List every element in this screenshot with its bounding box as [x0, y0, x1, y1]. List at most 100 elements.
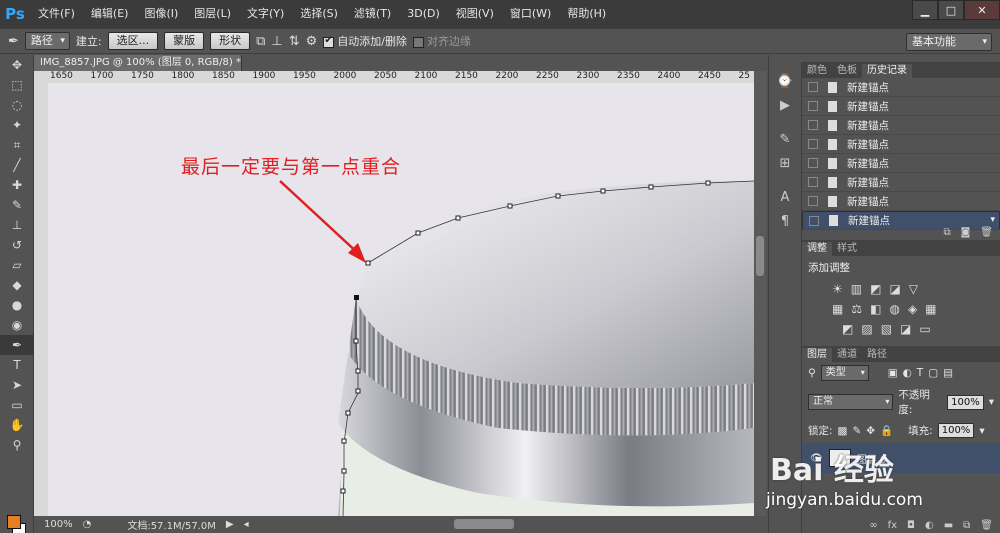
- fx-icon[interactable]: fx: [888, 520, 897, 531]
- menu-item[interactable]: 文件(F): [30, 0, 83, 28]
- trash-icon[interactable]: 🗑: [980, 227, 993, 238]
- path-arrange-icon[interactable]: ⇅: [289, 34, 300, 49]
- clone-panel-icon[interactable]: ⊞: [769, 151, 801, 175]
- lock-move-icon[interactable]: ✥: [866, 425, 875, 437]
- color-lookup-icon[interactable]: ▦: [925, 302, 936, 316]
- align-edges-toggle[interactable]: 对齐边缘: [413, 33, 471, 49]
- minimize-icon[interactable]: ▁: [912, 0, 938, 20]
- history-item[interactable]: 新建锚点: [802, 192, 1000, 211]
- pen-tool-icon[interactable]: ✒: [0, 335, 34, 355]
- mask-icon[interactable]: ◘: [907, 520, 915, 531]
- eraser-tool-icon[interactable]: ▱: [0, 255, 34, 275]
- healing-tool-icon[interactable]: ✚: [0, 175, 34, 195]
- gradient-map-icon[interactable]: ▭: [919, 322, 930, 336]
- blur-tool-icon[interactable]: ●: [0, 295, 34, 315]
- marquee-tool-icon[interactable]: ⬚: [0, 75, 34, 95]
- history-source-checkbox[interactable]: [808, 196, 818, 206]
- horizontal-scroll-thumb[interactable]: [454, 519, 514, 529]
- scroll-left-icon[interactable]: ◂: [244, 519, 249, 530]
- scroll-thumb[interactable]: [756, 236, 764, 276]
- actions-panel-icon[interactable]: ▶: [769, 93, 801, 117]
- new-layer-icon[interactable]: ⧉: [963, 520, 970, 531]
- menu-item[interactable]: 3D(D): [399, 0, 448, 28]
- move-tool-icon[interactable]: ✥: [0, 55, 34, 75]
- selective-color-icon[interactable]: ◪: [900, 322, 911, 336]
- brush-panel-icon[interactable]: ✎: [769, 127, 801, 151]
- history-source-checkbox[interactable]: [808, 82, 818, 92]
- pen-tool-icon[interactable]: ✒: [8, 34, 19, 49]
- fill-dropdown-icon[interactable]: ▾: [979, 425, 984, 437]
- dodge-tool-icon[interactable]: ◉: [0, 315, 34, 335]
- menu-item[interactable]: 帮助(H): [559, 0, 614, 28]
- filter-adjust-icon[interactable]: ◐: [903, 367, 912, 379]
- document-canvas[interactable]: [48, 83, 754, 516]
- tab-paths[interactable]: 路径: [862, 348, 892, 362]
- checkbox-checked-icon[interactable]: [323, 35, 335, 48]
- history-item[interactable]: 新建锚点: [802, 135, 1000, 154]
- selection-button[interactable]: 选区...: [107, 32, 159, 50]
- path-select-icon[interactable]: ➤: [0, 375, 34, 395]
- history-source-checkbox[interactable]: [808, 139, 818, 149]
- share-icon[interactable]: ◔: [83, 519, 92, 530]
- levels-icon[interactable]: ▥: [851, 282, 862, 296]
- hue-saturation-icon[interactable]: ▦: [832, 302, 843, 316]
- doc-info[interactable]: 文档:57.1M/57.0M: [127, 517, 216, 532]
- brush-tool-icon[interactable]: ✎: [0, 195, 34, 215]
- shape-tool-icon[interactable]: ▭: [0, 395, 34, 415]
- black-white-icon[interactable]: ◧: [870, 302, 881, 316]
- menu-item[interactable]: 视图(V): [448, 0, 502, 28]
- history-source-checkbox[interactable]: [808, 120, 818, 130]
- tab-adjustments[interactable]: 调整: [802, 242, 832, 256]
- history-item[interactable]: 新建锚点: [802, 116, 1000, 135]
- new-document-icon[interactable]: ⧉: [943, 227, 950, 238]
- curves-icon[interactable]: ◩: [870, 282, 881, 296]
- history-source-checkbox[interactable]: [808, 158, 818, 168]
- history-panel-icon[interactable]: ⌚: [769, 69, 801, 93]
- invert-icon[interactable]: ◩: [842, 322, 853, 336]
- history-source-checkbox[interactable]: [808, 101, 818, 111]
- paint-bucket-icon[interactable]: ◆: [0, 275, 34, 295]
- filter-type-icon[interactable]: T: [917, 367, 923, 379]
- menu-item[interactable]: 图像(I): [136, 0, 186, 28]
- link-icon[interactable]: ∞: [869, 520, 877, 531]
- group-icon[interactable]: ▬: [944, 520, 953, 531]
- posterize-icon[interactable]: ▨: [861, 322, 872, 336]
- adjustment-layer-icon[interactable]: ◐: [925, 520, 934, 531]
- tab-layers[interactable]: 图层: [802, 348, 832, 362]
- fill-input[interactable]: 100%: [937, 423, 975, 438]
- crop-tool-icon[interactable]: ⌗: [0, 135, 34, 155]
- type-tool-icon[interactable]: T: [0, 355, 34, 375]
- mode-select[interactable]: 路径: [24, 32, 70, 50]
- menu-item[interactable]: 文字(Y): [239, 0, 292, 28]
- menu-item[interactable]: 编辑(E): [83, 0, 137, 28]
- threshold-icon[interactable]: ▧: [881, 322, 892, 336]
- filter-shape-icon[interactable]: ▢: [928, 367, 938, 379]
- menu-item[interactable]: 滤镜(T): [346, 0, 399, 28]
- checkbox-icon[interactable]: [413, 36, 425, 48]
- history-brush-icon[interactable]: ↺: [0, 235, 34, 255]
- exposure-icon[interactable]: ◪: [889, 282, 900, 296]
- filter-pixel-icon[interactable]: ▣: [888, 367, 898, 379]
- lock-all-icon[interactable]: 🔒: [880, 424, 893, 437]
- foreground-color-swatch[interactable]: [7, 515, 21, 529]
- vibrance-icon[interactable]: ▽: [909, 282, 918, 296]
- filter-smart-icon[interactable]: ▤: [943, 367, 953, 379]
- status-arrow-icon[interactable]: ▶: [226, 519, 234, 530]
- vertical-scrollbar[interactable]: [754, 71, 766, 516]
- zoom-tool-icon[interactable]: ⚲: [0, 435, 34, 455]
- camera-icon[interactable]: ◙: [961, 227, 971, 238]
- eyedropper-tool-icon[interactable]: ╱: [0, 155, 34, 175]
- lock-paint-icon[interactable]: ✎: [852, 425, 861, 437]
- tab-color[interactable]: 颜色: [802, 64, 832, 78]
- delete-layer-icon[interactable]: 🗑: [980, 520, 993, 531]
- gear-icon[interactable]: ⚙: [306, 34, 318, 49]
- lock-pixels-icon[interactable]: ▩: [838, 425, 848, 437]
- menu-item[interactable]: 窗口(W): [502, 0, 559, 28]
- channel-mixer-icon[interactable]: ◈: [908, 302, 917, 316]
- photo-filter-icon[interactable]: ◍: [889, 302, 899, 316]
- opacity-input[interactable]: 100%: [947, 394, 984, 410]
- kind-select[interactable]: 类型: [820, 365, 869, 381]
- zoom-level[interactable]: 100%: [44, 519, 73, 530]
- menu-item[interactable]: 选择(S): [292, 0, 346, 28]
- menu-item[interactable]: 图层(L): [186, 0, 239, 28]
